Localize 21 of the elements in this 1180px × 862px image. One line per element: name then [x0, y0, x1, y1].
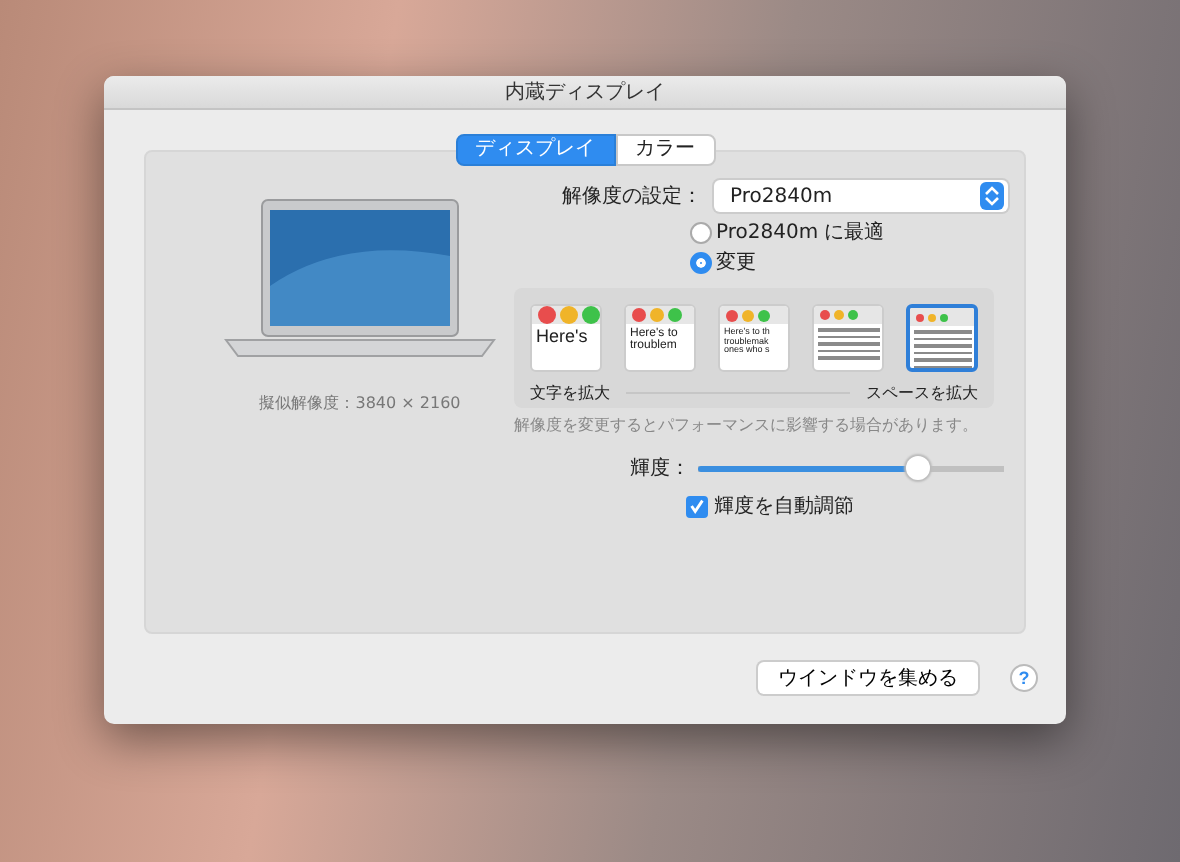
radio-button[interactable] — [690, 251, 712, 273]
resolution-caption: 擬似解像度：3840 × 2160 — [259, 392, 461, 414]
slider-thumb[interactable] — [906, 456, 931, 480]
resolution-dropdown[interactable]: Pro2840m — [714, 180, 1008, 212]
resolution-label: 解像度の設定： — [560, 183, 702, 210]
radio-label: Pro2840m に最適 — [716, 219, 885, 246]
scale-left-label: 文字を拡大 — [530, 382, 610, 404]
scale-right-label: スペースを拡大 — [866, 382, 978, 404]
radio-button[interactable] — [690, 221, 712, 243]
radio-label: 変更 — [716, 249, 756, 276]
window-title: 内蔵ディスプレイ — [505, 79, 665, 106]
scaling-option[interactable] — [812, 304, 884, 372]
performance-note: 解像度を変更するとパフォーマンスに影響する場合があります。 — [514, 414, 978, 436]
checkbox[interactable] — [686, 495, 708, 517]
scaling-option[interactable] — [906, 304, 978, 372]
scaling-option[interactable]: Here's — [530, 304, 602, 372]
tab[interactable]: カラー — [615, 134, 715, 166]
stepper-icon — [980, 182, 1004, 210]
brightness-label: 輝度： — [628, 455, 690, 482]
checkbox-label: 輝度を自動調節 — [714, 493, 854, 520]
gather-windows-button[interactable]: ウインドウを集める — [758, 662, 978, 694]
